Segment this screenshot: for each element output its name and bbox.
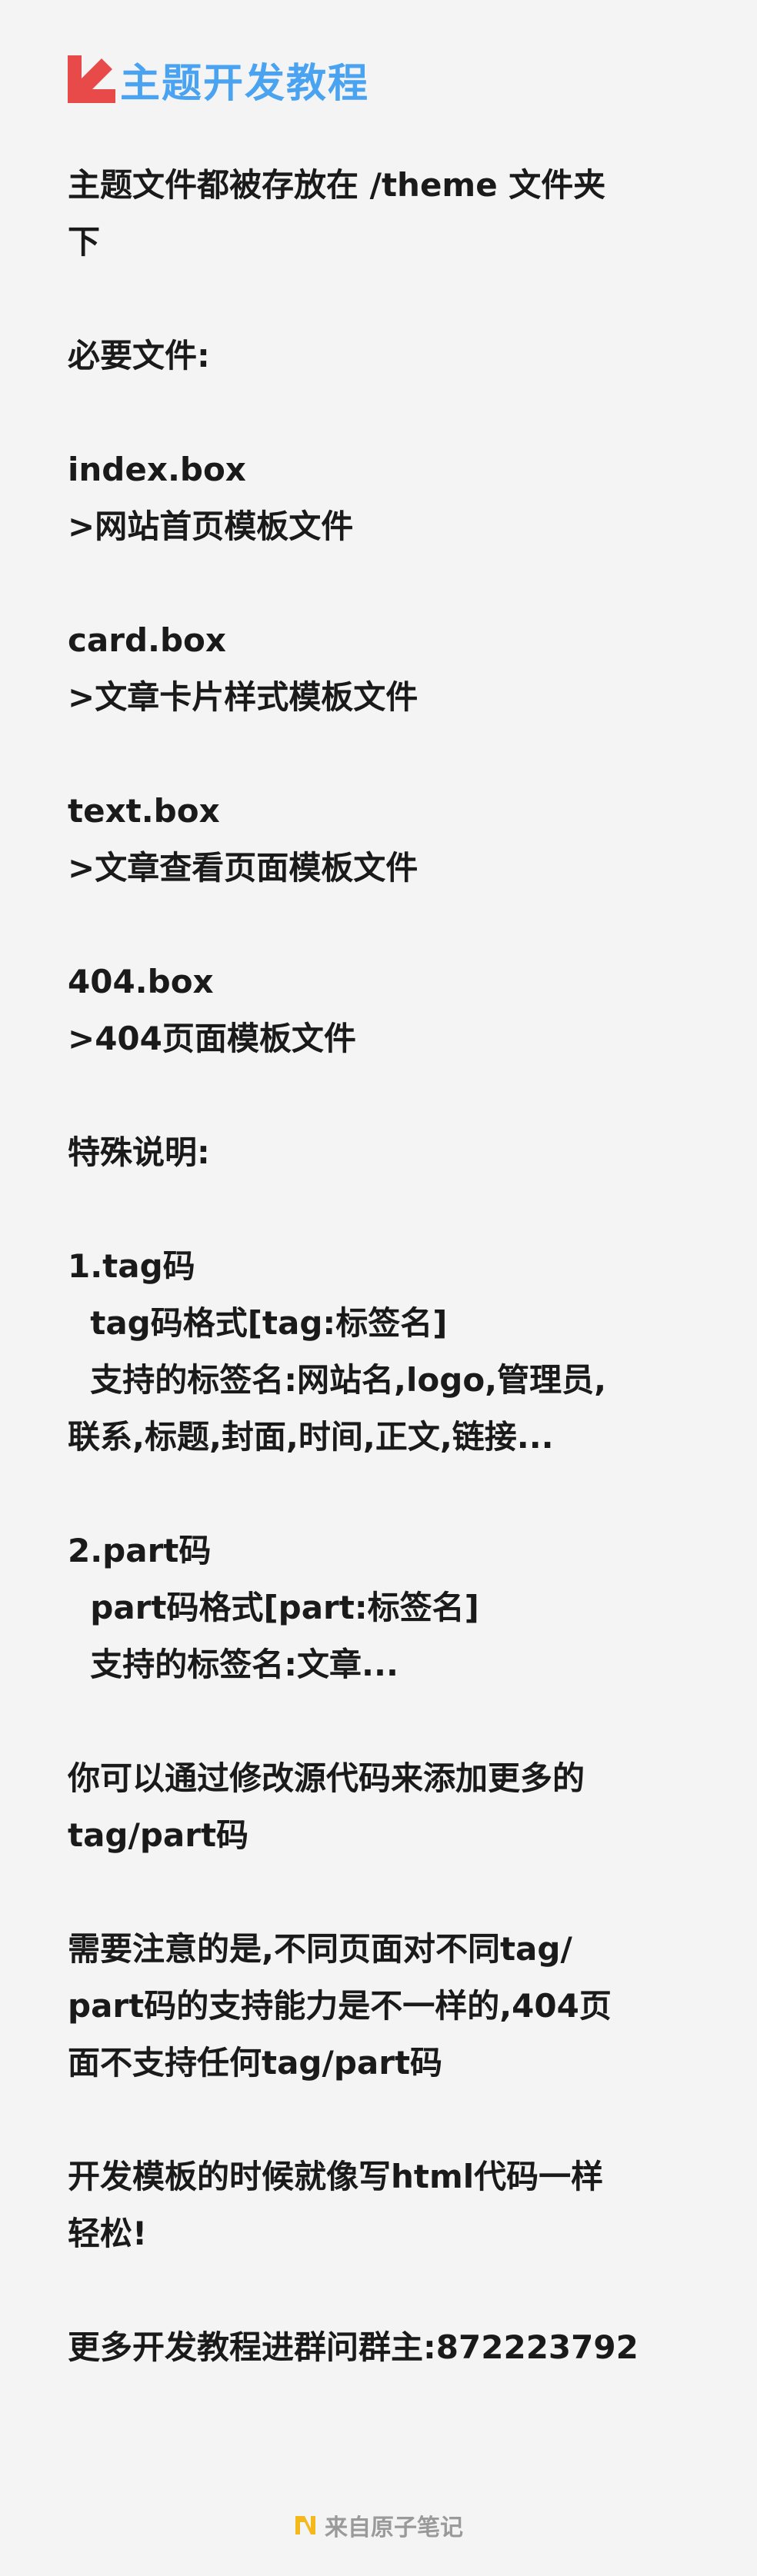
content-line: >文章查看页面模板文件 bbox=[68, 849, 419, 887]
content-line: 你可以通过修改源代码来添加更多的 bbox=[68, 1759, 585, 1797]
content-line: tag/part码 bbox=[68, 1816, 249, 1854]
content-line: 更多开发教程进群问群主:872223792 bbox=[68, 2328, 639, 2366]
content-line: 轻松! bbox=[68, 2215, 148, 2252]
content-line: >404页面模板文件 bbox=[68, 1020, 356, 1057]
content-line: 必要文件: bbox=[68, 337, 210, 374]
content-line: 开发模板的时候就像写html代码一样 bbox=[68, 2158, 604, 2195]
content-line: 支持的标签名:文章... bbox=[68, 1646, 399, 1683]
title-row: 主题开发教程 bbox=[68, 46, 699, 112]
content-line: 特殊说明: bbox=[68, 1133, 210, 1171]
content-line: 主题文件都被存放在 /theme 文件夹 bbox=[68, 166, 606, 204]
footer: 来自原子笔记 bbox=[0, 2508, 757, 2542]
content-line: 404.box bbox=[68, 963, 214, 1000]
note-content: 主题文件都被存放在 /theme 文件夹下必要文件: index.box >网站首页… bbox=[68, 157, 699, 2376]
content-line: 需要注意的是,不同页面对不同tag/ bbox=[68, 1930, 572, 1968]
content-line: 2.part码 bbox=[68, 1532, 212, 1569]
content-line: part码格式[part:标签名] bbox=[68, 1589, 479, 1626]
content-line: >网站首页模板文件 bbox=[68, 508, 354, 545]
note-page: 主题开发教程 主题文件都被存放在 /theme 文件夹下必要文件: index.b… bbox=[68, 46, 699, 2376]
content-line: 下 bbox=[68, 223, 101, 261]
content-line: 面不支持任何tag/part码 bbox=[68, 2044, 443, 2082]
content-line: text.box bbox=[68, 792, 220, 830]
n-logo-icon bbox=[295, 2516, 315, 2534]
content-line: card.box bbox=[68, 621, 226, 659]
content-line: tag码格式[tag:标签名] bbox=[68, 1304, 448, 1342]
content-line: 联系,标题,封面,时间,正文,链接... bbox=[68, 1418, 554, 1456]
arrow-down-right-icon bbox=[68, 55, 115, 103]
content-line: index.box bbox=[68, 451, 246, 488]
footer-source-text: 来自原子笔记 bbox=[325, 2514, 463, 2541]
page-title: 主题开发教程 bbox=[120, 60, 370, 107]
content-line: 1.tag码 bbox=[68, 1247, 195, 1285]
content-line: 支持的标签名:网站名,logo,管理员, bbox=[68, 1361, 607, 1399]
content-line: >文章卡片样式模板文件 bbox=[68, 678, 419, 716]
content-line: part码的支持能力是不一样的,404页 bbox=[68, 1987, 612, 2025]
